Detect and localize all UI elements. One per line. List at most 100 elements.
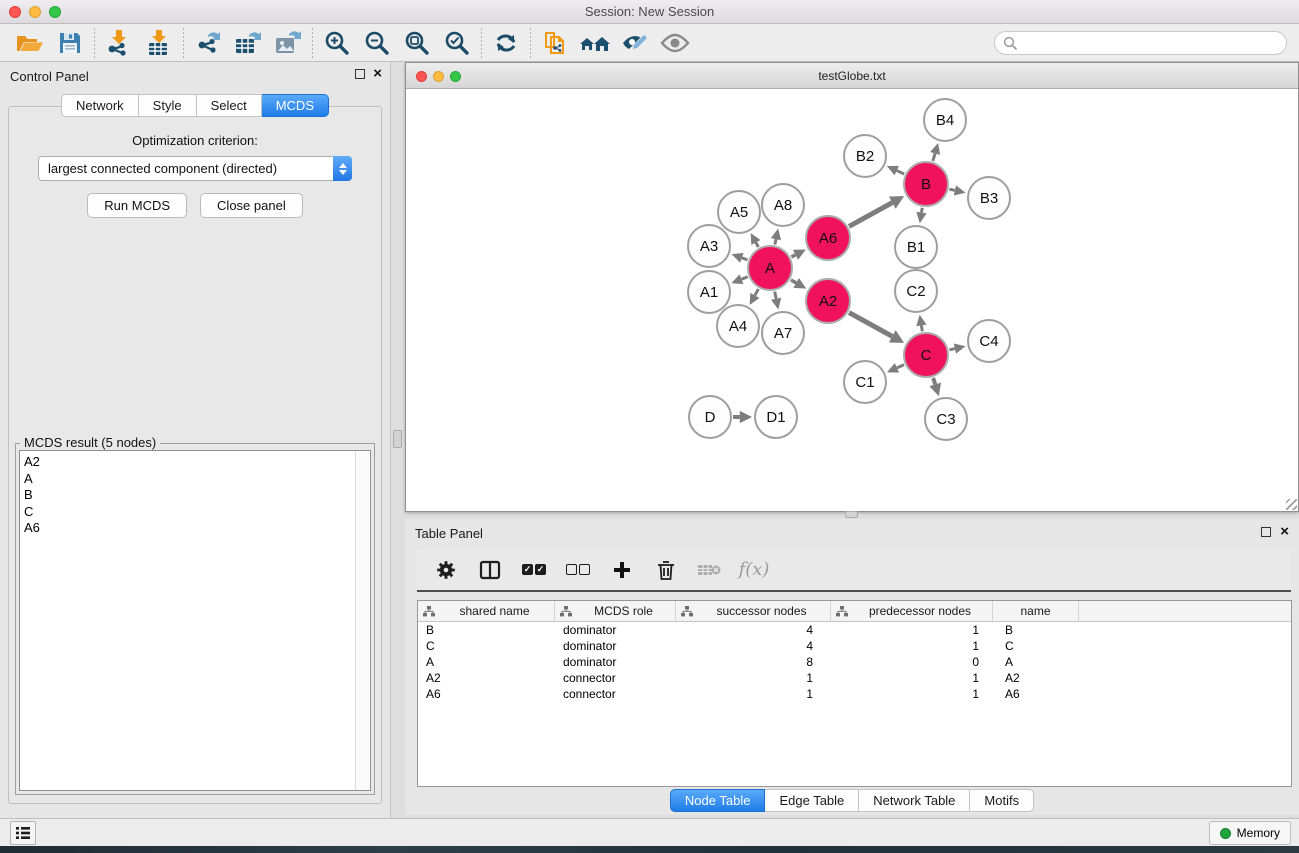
mcds-result-item[interactable]: C — [24, 504, 355, 521]
cell-shared-name[interactable]: A6 — [418, 686, 555, 702]
cell-mcds-role[interactable]: dominator — [555, 622, 676, 638]
edge-A-A6[interactable] — [791, 255, 795, 257]
table-row[interactable]: Adominator80A — [418, 654, 1291, 670]
close-panel-button[interactable]: Close panel — [200, 193, 303, 218]
edge-A-A4[interactable] — [755, 289, 759, 295]
node-A8[interactable]: A8 — [761, 183, 805, 227]
edge-A-A5[interactable] — [756, 243, 758, 247]
save-icon[interactable] — [50, 26, 90, 60]
import-network-icon[interactable] — [99, 26, 139, 60]
tab-style[interactable]: Style — [139, 94, 197, 117]
import-table-icon[interactable] — [139, 26, 179, 60]
node-A2[interactable]: A2 — [805, 278, 851, 324]
tab-motifs[interactable]: Motifs — [970, 789, 1034, 812]
node-B[interactable]: B — [903, 161, 949, 207]
edge-A-A1[interactable] — [741, 277, 747, 279]
node-D[interactable]: D — [688, 395, 732, 439]
node-D1[interactable]: D1 — [754, 395, 798, 439]
column-header-predecessor-nodes[interactable]: predecessor nodes — [831, 601, 993, 621]
optimization-criterion-dropdown[interactable]: largest connected component (directed) — [38, 156, 352, 181]
mcds-result-item[interactable]: A — [24, 471, 355, 488]
edge-B-B2[interactable] — [897, 171, 904, 174]
cell-mcds-role[interactable]: dominator — [555, 654, 676, 670]
float-table-panel-icon[interactable] — [1261, 527, 1271, 537]
zoom-network-window-button[interactable] — [450, 71, 461, 82]
add-icon[interactable] — [607, 555, 637, 585]
search-input[interactable] — [1022, 36, 1278, 51]
edge-C-C3[interactable] — [933, 378, 935, 385]
close-panel-icon[interactable]: × — [373, 69, 382, 79]
tab-node-table[interactable]: Node Table — [670, 789, 766, 812]
minimize-network-window-button[interactable] — [433, 71, 444, 82]
cell-successor-nodes[interactable]: 4 — [676, 638, 831, 654]
node-C1[interactable]: C1 — [843, 360, 887, 404]
tab-network-table[interactable]: Network Table — [859, 789, 970, 812]
node-C[interactable]: C — [903, 332, 949, 378]
eye-pen-icon[interactable] — [615, 26, 655, 60]
cell-name[interactable]: A — [993, 654, 1079, 670]
cell-predecessor-nodes[interactable]: 0 — [831, 654, 993, 670]
float-panel-icon[interactable] — [355, 69, 365, 79]
node-B3[interactable]: B3 — [967, 176, 1011, 220]
dropdown-stepper-icon[interactable] — [333, 156, 352, 181]
delete-table-icon[interactable] — [695, 555, 725, 585]
tab-network[interactable]: Network — [61, 94, 139, 117]
zoom-selected-icon[interactable] — [437, 26, 477, 60]
node-C4[interactable]: C4 — [967, 319, 1011, 363]
tab-select[interactable]: Select — [197, 94, 262, 117]
node-A7[interactable]: A7 — [761, 311, 805, 355]
deselect-all-icon[interactable] — [563, 555, 593, 585]
cell-predecessor-nodes[interactable]: 1 — [831, 622, 993, 638]
cell-mcds-role[interactable]: connector — [555, 670, 676, 686]
cell-predecessor-nodes[interactable]: 1 — [831, 686, 993, 702]
scrollbar-track[interactable] — [355, 451, 370, 790]
edge-C-C2[interactable] — [921, 325, 922, 331]
cell-name[interactable]: A6 — [993, 686, 1079, 702]
edge-C-C4[interactable] — [949, 349, 955, 350]
node-B4[interactable]: B4 — [923, 98, 967, 142]
function-icon[interactable]: f(x) — [739, 555, 769, 585]
zoom-window-button[interactable] — [49, 6, 61, 18]
close-table-panel-icon[interactable]: × — [1280, 527, 1289, 537]
cell-name[interactable]: B — [993, 622, 1079, 638]
cell-shared-name[interactable]: C — [418, 638, 555, 654]
close-network-window-button[interactable] — [416, 71, 427, 82]
column-header-mcds-role[interactable]: MCDS role — [555, 601, 676, 621]
table-row[interactable]: Cdominator41C — [418, 638, 1291, 654]
cell-shared-name[interactable]: B — [418, 622, 555, 638]
edge-A2-C[interactable] — [849, 313, 892, 337]
zoom-fit-icon[interactable] — [397, 26, 437, 60]
trash-icon[interactable] — [651, 555, 681, 585]
gear-icon[interactable] — [431, 555, 461, 585]
cell-successor-nodes[interactable]: 8 — [676, 654, 831, 670]
copy-network-icon[interactable] — [535, 26, 575, 60]
close-window-button[interactable] — [9, 6, 21, 18]
tab-mcds[interactable]: MCDS — [262, 94, 329, 117]
run-mcds-button[interactable]: Run MCDS — [87, 193, 187, 218]
eye-icon[interactable] — [655, 26, 695, 60]
mcds-result-item[interactable]: B — [24, 487, 355, 504]
node-A3[interactable]: A3 — [687, 224, 731, 268]
cell-name[interactable]: A2 — [993, 670, 1079, 686]
columns-icon[interactable] — [475, 555, 505, 585]
column-header-name[interactable]: name — [993, 601, 1079, 621]
edge-A6-B[interactable] — [849, 203, 892, 227]
cell-predecessor-nodes[interactable]: 1 — [831, 670, 993, 686]
column-header-successor-nodes[interactable]: successor nodes — [676, 601, 831, 621]
column-header-shared-name[interactable]: shared name — [418, 601, 555, 621]
tab-edge-table[interactable]: Edge Table — [765, 789, 859, 812]
mcds-result-item[interactable]: A6 — [24, 520, 355, 537]
table-row[interactable]: Bdominator41B — [418, 622, 1291, 638]
folder-open-icon[interactable] — [10, 26, 50, 60]
houses-icon[interactable] — [575, 26, 615, 60]
table-row[interactable]: A2connector11A2 — [418, 670, 1291, 686]
edge-B-B1[interactable] — [921, 208, 922, 213]
zoom-in-icon[interactable] — [317, 26, 357, 60]
export-table-icon[interactable] — [228, 26, 268, 60]
memory-button[interactable]: Memory — [1209, 821, 1291, 845]
cell-successor-nodes[interactable]: 1 — [676, 686, 831, 702]
edge-A-A7[interactable] — [775, 292, 776, 299]
cell-shared-name[interactable]: A2 — [418, 670, 555, 686]
edge-A-A3[interactable] — [742, 258, 748, 260]
node-A[interactable]: A — [747, 245, 793, 291]
